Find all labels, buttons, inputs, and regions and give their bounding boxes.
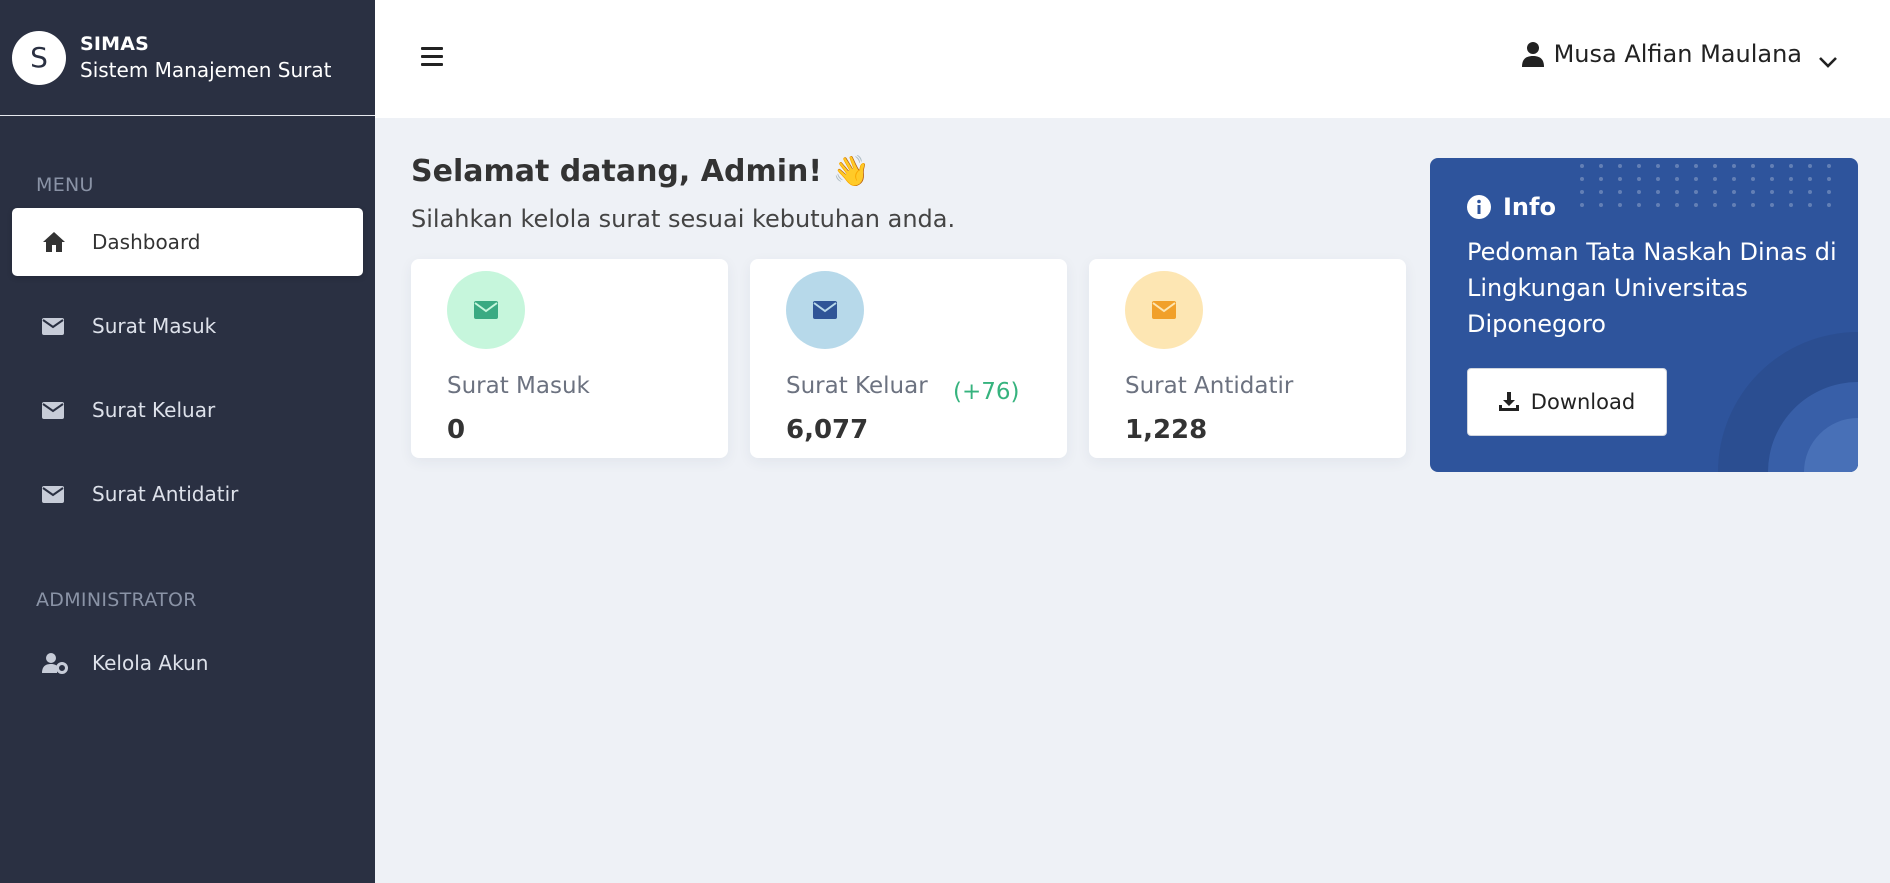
home-icon bbox=[42, 230, 68, 254]
user-menu[interactable]: Musa Alfian Maulana bbox=[1521, 40, 1838, 68]
envelope-icon bbox=[1125, 271, 1203, 349]
stat-value: 0 bbox=[447, 415, 466, 445]
stat-label: Surat Keluar bbox=[786, 373, 928, 399]
user-gear-icon bbox=[42, 651, 68, 675]
envelope-icon bbox=[42, 482, 68, 506]
envelope-icon bbox=[42, 314, 68, 338]
envelope-icon bbox=[786, 271, 864, 349]
stat-label: Surat Masuk bbox=[447, 373, 590, 399]
stat-delta-badge: (+76) bbox=[953, 379, 1020, 405]
topbar: Musa Alfian Maulana bbox=[375, 0, 1890, 118]
sidebar-item-dashboard[interactable]: Dashboard bbox=[12, 208, 363, 276]
chevron-down-icon bbox=[1818, 47, 1838, 68]
stat-card-surat-masuk[interactable]: Surat Masuk 0 bbox=[411, 259, 728, 458]
user-name: Musa Alfian Maulana bbox=[1553, 40, 1802, 68]
hamburger-menu-icon[interactable] bbox=[421, 47, 443, 67]
download-button[interactable]: Download bbox=[1467, 368, 1667, 436]
sidebar-item-label: Surat Keluar bbox=[92, 398, 216, 422]
welcome-title: Selamat datang, Admin! 👋 bbox=[411, 154, 870, 189]
welcome-subtitle: Silahkan kelola surat sesuai kebutuhan a… bbox=[411, 205, 956, 233]
brand-subtitle: Sistem Manajemen Surat bbox=[80, 58, 332, 82]
user-icon bbox=[1521, 41, 1544, 67]
sidebar-admin-menu: Kelola Akun bbox=[0, 629, 375, 697]
sidebar-menu: Dashboard Surat Masuk Surat Keluar Surat… bbox=[0, 208, 375, 528]
download-button-label: Download bbox=[1530, 390, 1636, 414]
info-title-text: Info bbox=[1503, 193, 1556, 221]
stat-card-surat-antidatir[interactable]: Surat Antidatir 1,228 bbox=[1089, 259, 1406, 458]
stat-value: 6,077 bbox=[786, 415, 869, 445]
info-title: Info bbox=[1467, 193, 1556, 221]
sidebar-item-label: Dashboard bbox=[92, 230, 201, 254]
sidebar-item-surat-antidatir[interactable]: Surat Antidatir bbox=[12, 460, 363, 528]
stat-card-surat-keluar[interactable]: Surat Keluar (+76) 6,077 bbox=[750, 259, 1067, 458]
stat-label: Surat Antidatir bbox=[1125, 373, 1294, 399]
sidebar-item-kelola-akun[interactable]: Kelola Akun bbox=[12, 629, 363, 697]
admin-section-label: ADMINISTRATOR bbox=[36, 589, 197, 611]
sidebar-item-label: Kelola Akun bbox=[92, 651, 209, 675]
sidebar-item-surat-masuk[interactable]: Surat Masuk bbox=[12, 292, 363, 360]
sidebar-item-surat-keluar[interactable]: Surat Keluar bbox=[12, 376, 363, 444]
sidebar-item-label: Surat Masuk bbox=[92, 314, 217, 338]
envelope-icon bbox=[42, 398, 68, 422]
brand-logo: S bbox=[12, 30, 66, 85]
menu-section-label: MENU bbox=[36, 174, 94, 196]
stat-value: 1,228 bbox=[1125, 415, 1208, 445]
download-icon bbox=[1498, 392, 1519, 412]
envelope-icon bbox=[447, 271, 525, 349]
brand: S SIMAS Sistem Manajemen Surat bbox=[0, 0, 375, 116]
info-text: Pedoman Tata Naskah Dinas di Lingkungan … bbox=[1467, 238, 1837, 338]
sidebar: S SIMAS Sistem Manajemen Surat MENU Dash… bbox=[0, 0, 375, 883]
sidebar-item-label: Surat Antidatir bbox=[92, 482, 239, 506]
info-icon bbox=[1467, 195, 1491, 219]
brand-name: SIMAS bbox=[80, 33, 150, 55]
info-card: Info Pedoman Tata Naskah Dinas di Lingku… bbox=[1430, 158, 1858, 472]
